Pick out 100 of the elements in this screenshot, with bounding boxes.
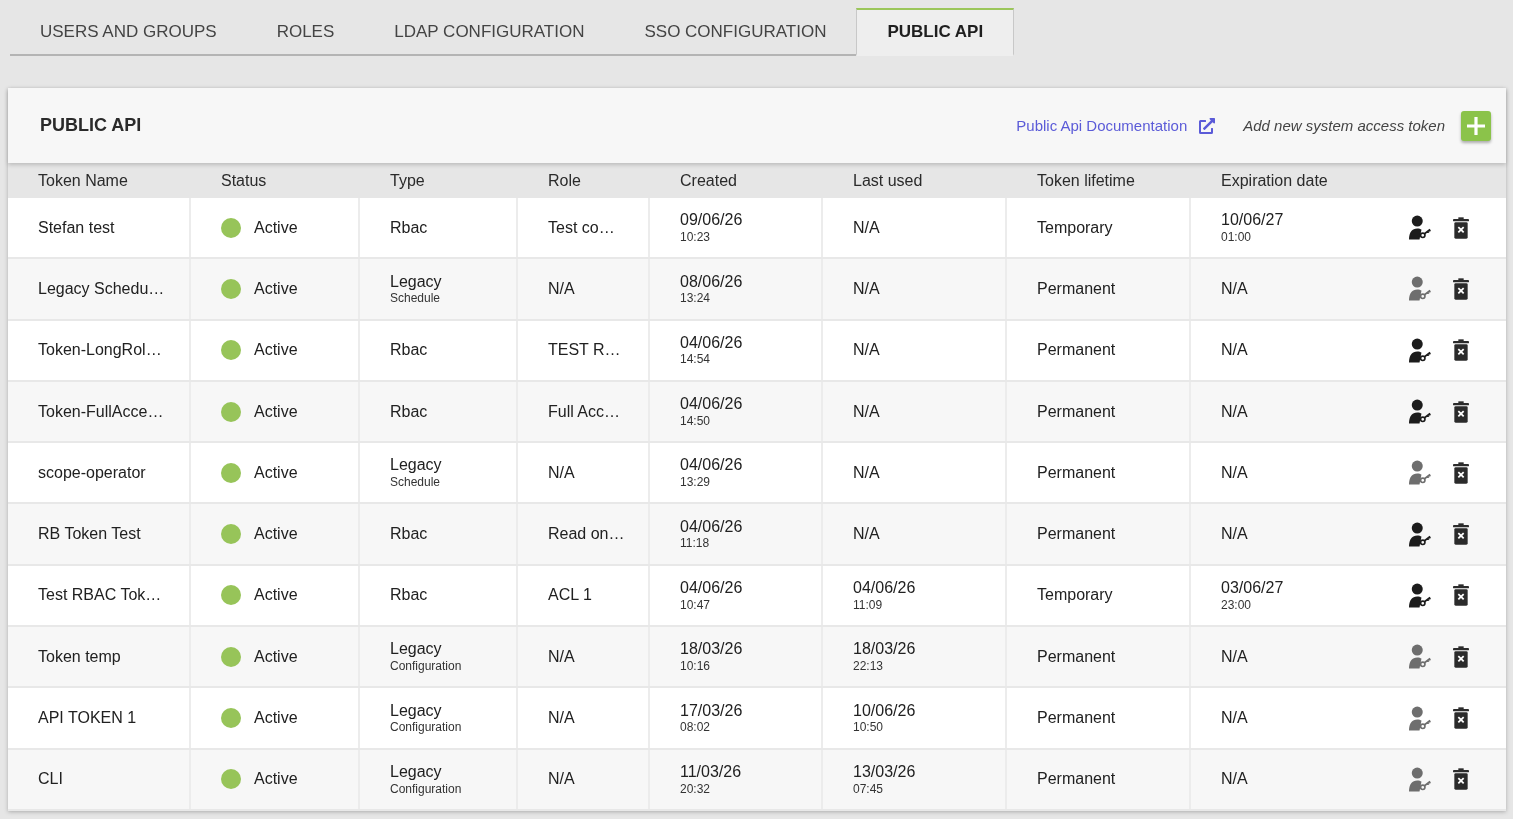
trash-icon[interactable] [1453,461,1469,484]
trash-icon[interactable] [1453,645,1469,668]
trash-icon[interactable] [1453,277,1469,300]
token-name: Stefan test [38,218,115,237]
created-date: 18/03/26 [680,640,743,658]
panel-title: PUBLIC API [40,115,142,136]
token-name: scope-operator [38,463,146,482]
tab[interactable]: PUBLIC API [856,8,1015,56]
status-text: Active [254,402,298,421]
token-type-detail: Configuration [390,782,462,796]
expiration-date: 03/06/27 [1221,579,1284,597]
created-time: 10:47 [680,598,712,612]
status-text: Active [254,647,298,666]
token-lifetime: Permanent [1037,525,1116,544]
expiration-date: N/A [1221,525,1248,544]
status-text: Active [254,341,298,360]
user-key-icon[interactable] [1409,521,1431,547]
token-type-detail: Schedule [390,476,442,490]
token-type-detail: Configuration [390,659,462,674]
last-used-date: 18/03/26 [853,640,916,658]
tab[interactable]: USERS AND GROUPS [10,8,247,56]
user-key-icon[interactable] [1409,215,1431,241]
created-time: 14:50 [680,414,712,428]
token-lifetime: Permanent [1037,463,1116,482]
expiration-date: N/A [1221,341,1248,360]
column-header[interactable]: Type [360,171,518,190]
expiration-date: N/A [1221,279,1248,298]
role-text: Full Acc… [548,402,620,421]
role-text: TEST R… [548,341,621,360]
token-type: Rbac [390,341,428,360]
trash-icon[interactable] [1453,768,1469,791]
token-name: Token-LongRol… [38,341,162,360]
user-key-icon[interactable] [1409,582,1431,608]
column-header[interactable]: Token lifetime [1007,171,1191,190]
role-text: Read on… [548,525,625,544]
last-used-time: 11:09 [853,598,884,612]
created-date: 08/06/26 [680,272,743,291]
created-date: 04/06/26 [680,456,743,475]
last-used-time: 22:13 [853,659,885,674]
token-type-detail: Schedule [390,292,442,306]
tab[interactable]: ROLES [246,8,365,56]
last-used-date: N/A [853,279,880,298]
token-lifetime: Permanent [1037,279,1116,298]
token-name: Legacy Schedu… [38,279,165,298]
token-lifetime: Permanent [1037,647,1116,666]
role-text: N/A [548,709,575,727]
last-used-date: N/A [853,341,880,360]
last-used-date: N/A [853,463,880,482]
column-header[interactable]: Expiration date [1191,171,1506,190]
last-used-date: N/A [853,402,880,421]
status-text: Active [254,218,298,237]
status-text: Active [254,770,298,789]
user-key-icon[interactable] [1409,337,1431,363]
created-time: 08:02 [680,721,712,735]
token-name: Token-FullAcce… [38,402,164,421]
role-text: Test co… [548,218,615,237]
token-type: Legacy [390,762,443,781]
column-header[interactable]: Token Name [8,171,191,190]
trash-icon[interactable] [1453,400,1469,423]
role-text: N/A [548,770,575,789]
status-text: Active [254,586,298,605]
trash-icon[interactable] [1453,707,1469,729]
last-used-date: N/A [853,218,880,237]
last-used-time: 07:45 [853,782,885,796]
expiration-date: N/A [1221,463,1248,482]
role-text: N/A [548,279,575,298]
token-type: Rbac [390,586,428,605]
role-text: ACL 1 [548,586,592,605]
user-key-icon[interactable] [1409,399,1431,425]
created-date: 09/06/26 [680,211,743,229]
documentation-link[interactable]: Public Api Documentation [1016,117,1188,134]
trash-icon[interactable] [1453,216,1469,239]
token-name: CLI [38,770,63,789]
expiration-date: 10/06/27 [1221,211,1284,229]
token-lifetime: Permanent [1037,341,1116,360]
trash-icon[interactable] [1453,584,1469,607]
last-used-date: 04/06/26 [853,579,916,597]
last-used-date: 10/06/26 [853,701,916,720]
last-used-date: N/A [853,525,880,544]
created-time: 11:18 [680,537,711,551]
external-link-icon[interactable] [1199,117,1216,134]
token-type: Rbac [390,218,428,237]
token-lifetime: Permanent [1037,770,1116,789]
trash-icon[interactable] [1453,523,1469,546]
column-header[interactable]: Created [650,171,823,190]
trash-icon[interactable] [1453,339,1469,362]
token-lifetime: Permanent [1037,709,1116,727]
created-time: 13:24 [680,292,712,306]
token-type: Rbac [390,402,428,421]
token-name: Token temp [38,647,121,666]
column-header[interactable]: Status [191,171,360,190]
last-used-date: 13/03/26 [853,762,916,781]
column-header[interactable]: Role [518,171,650,190]
created-date: 04/06/26 [680,333,743,352]
add-token-label: Add new system access token [1243,117,1445,134]
role-text: N/A [548,463,575,482]
created-time: 10:16 [680,659,712,674]
column-header[interactable]: Last used [823,171,1007,190]
tab[interactable]: LDAP CONFIGURATION [364,8,615,56]
status-text: Active [254,525,298,544]
